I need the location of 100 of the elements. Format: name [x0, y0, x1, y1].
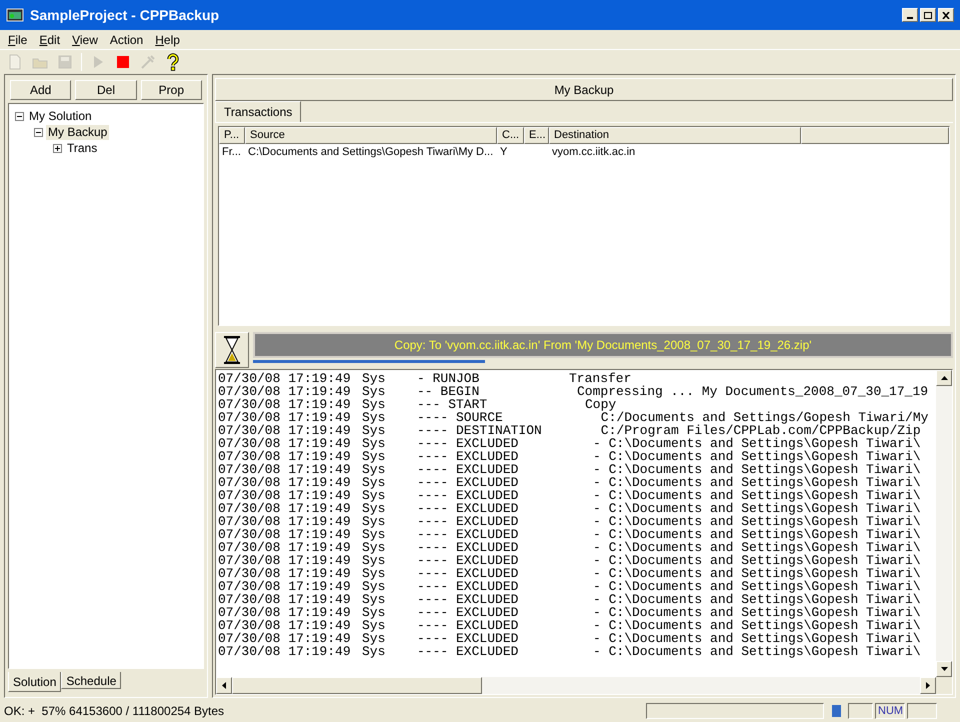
log-source: Sys [362, 606, 386, 619]
log-event: ---- EXCLUDED [417, 645, 520, 658]
log-event: --- START [417, 398, 488, 411]
log-detail: - C:\Documents and Settings\Gopesh Tiwari\ [592, 450, 921, 463]
log-detail: - C:\Documents and Settings\Gopesh Tiwari\ [592, 515, 921, 528]
down-arrow-icon[interactable] [940, 667, 948, 671]
tree-item[interactable]: My Solution [27, 108, 94, 124]
log-timestamp: 07/30/08 17:19:49 [218, 372, 352, 385]
log-source: Sys [362, 372, 386, 385]
log-detail: - C:\Documents and Settings\Gopesh Tiwari\ [592, 502, 921, 515]
log-detail: - C:\Documents and Settings\Gopesh Tiwari\ [592, 541, 921, 554]
log-detail: C:/Documents and Settings/Gopesh Tiwari/My [600, 411, 928, 424]
log-source: Sys [362, 437, 386, 450]
log-event: ---- EXCLUDED [417, 502, 520, 515]
log-detail: - C:\Documents and Settings\Gopesh Tiwari\ [592, 593, 921, 606]
log-event: ---- SOURCE [417, 411, 504, 424]
log-detail: C:/Program Files/CPPLab.com/CPPBackup/Zip [600, 424, 921, 437]
status-pane [907, 703, 937, 719]
log-detail: - C:\Documents and Settings\Gopesh Tiwari\ [592, 632, 921, 645]
right-arrow-icon[interactable] [926, 682, 930, 689]
column-header[interactable]: Destination [549, 127, 801, 144]
toolbar-button[interactable]: Prop [140, 80, 202, 100]
log-source: Sys [362, 541, 386, 554]
log-source: Sys [362, 476, 386, 489]
tree-item[interactable]: Trans [65, 140, 100, 156]
log-timestamp: 07/30/08 17:19:49 [218, 593, 352, 606]
log-source: Sys [362, 463, 386, 476]
log-source: Sys [362, 398, 386, 411]
toolbar-button[interactable]: Add [10, 80, 72, 100]
log-timestamp: 07/30/08 17:19:49 [218, 463, 352, 476]
column-header[interactable]: Source [245, 127, 497, 144]
log-timestamp: 07/30/08 17:19:49 [218, 437, 352, 450]
log-source: Sys [362, 554, 386, 567]
horizontal-scrollbar[interactable] [216, 677, 952, 694]
menu-item[interactable]: View [67, 30, 103, 48]
tree-item[interactable]: My Backup [46, 124, 110, 140]
panel-header: My Backup [215, 78, 953, 101]
vertical-scrollbar[interactable] [936, 370, 952, 677]
table-cell: Fr... [222, 146, 241, 158]
log-detail: Copy [585, 398, 616, 411]
log-source: Sys [362, 567, 386, 580]
log-timestamp: 07/30/08 17:19:49 [218, 411, 352, 424]
log-event: ---- EXCLUDED [417, 593, 520, 606]
log-timestamp: 07/30/08 17:19:49 [218, 385, 352, 398]
left-arrow-icon[interactable] [222, 682, 226, 689]
log-event: ---- EXCLUDED [417, 515, 520, 528]
log-timestamp: 07/30/08 17:19:49 [218, 619, 352, 632]
expand-icon[interactable] [53, 144, 62, 152]
maximize-button[interactable] [920, 8, 936, 22]
tab[interactable]: Transactions [215, 101, 302, 122]
log-event: ---- DESTINATION [417, 424, 543, 437]
up-arrow-icon[interactable] [940, 376, 948, 380]
log-timestamp: 07/30/08 17:19:49 [218, 567, 352, 580]
num-lock-indicator: NUM [875, 703, 905, 719]
maximize-icon [924, 12, 932, 18]
log-event: ---- EXCLUDED [417, 567, 520, 580]
tab[interactable]: Solution [8, 672, 62, 692]
log-detail: - C:\Documents and Settings\Gopesh Tiwari\ [592, 528, 921, 541]
log-event: ---- EXCLUDED [417, 463, 520, 476]
log-detail: - C:\Documents and Settings\Gopesh Tiwari\ [592, 580, 921, 593]
log-source: Sys [362, 580, 386, 593]
tab[interactable]: Schedule [61, 672, 122, 689]
log-detail: Compressing ... My Documents_2008_07_30_17_19 [576, 385, 928, 398]
log-event: ---- EXCLUDED [417, 437, 520, 450]
status-message: OK: + 57% 64153600 / 111800254 Bytes [4, 703, 226, 720]
log-event: ---- EXCLUDED [417, 619, 520, 632]
column-header[interactable]: C... [497, 127, 524, 144]
log-timestamp: 07/30/08 17:19:49 [218, 606, 352, 619]
menu-item[interactable]: Action [104, 30, 148, 48]
progress-message: Copy: To 'vyom.cc.iitk.ac.in' From 'My Documents_2008_07_30_17_19_26.zip' [253, 332, 953, 358]
log-timestamp: 07/30/08 17:19:49 [218, 632, 352, 645]
log-event: ---- EXCLUDED [417, 450, 520, 463]
log-source: Sys [362, 424, 386, 437]
menu-item[interactable]: Edit [34, 30, 66, 48]
log-timestamp: 07/30/08 17:19:49 [218, 554, 352, 567]
log-event: - RUNJOB [417, 372, 480, 385]
collapse-icon[interactable] [15, 112, 24, 120]
window-title: SampleProject - CPPBackup [30, 6, 220, 25]
menu-item[interactable]: Help [150, 30, 185, 48]
log-event: ---- EXCLUDED [417, 554, 520, 567]
log-timestamp: 07/30/08 17:19:49 [218, 489, 352, 502]
menu-item[interactable]: File [3, 30, 32, 48]
log-source: Sys [362, 528, 386, 541]
column-header[interactable]: E... [524, 127, 549, 144]
log-event: ---- EXCLUDED [417, 489, 520, 502]
log-detail: - C:\Documents and Settings\Gopesh Tiwari\ [592, 489, 921, 502]
log-event: ---- EXCLUDED [417, 632, 520, 645]
stop-icon[interactable] [114, 53, 132, 71]
log-source: Sys [362, 450, 386, 463]
minimize-button[interactable] [902, 8, 918, 22]
column-header[interactable]: P... [219, 127, 245, 144]
app-icon [6, 7, 24, 23]
log-timestamp: 07/30/08 17:19:49 [218, 528, 352, 541]
log-source: Sys [362, 619, 386, 632]
close-button[interactable] [938, 8, 954, 22]
log-source: Sys [362, 515, 386, 528]
log-timestamp: 07/30/08 17:19:49 [218, 424, 352, 437]
table-cell: vyom.cc.iitk.ac.in [552, 146, 636, 158]
collapse-icon[interactable] [34, 128, 43, 136]
toolbar-button[interactable]: Del [75, 80, 137, 100]
